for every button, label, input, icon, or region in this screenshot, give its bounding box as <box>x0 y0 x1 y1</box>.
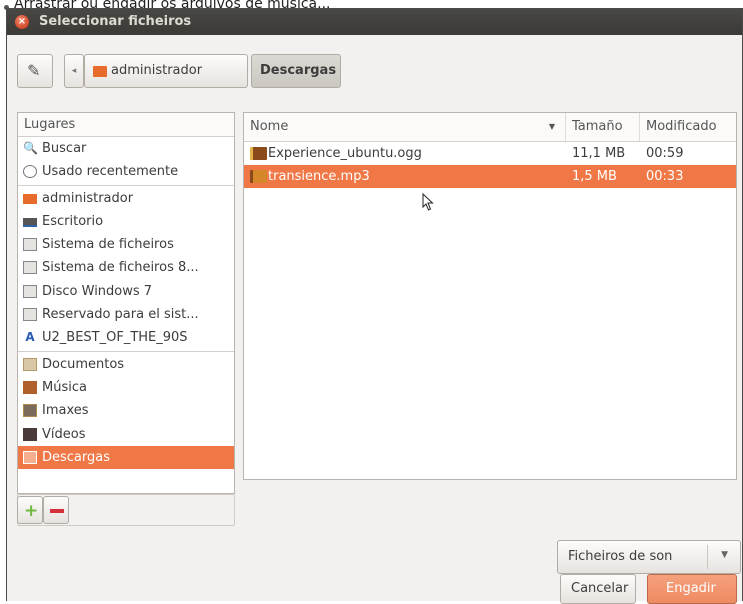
drive-icon <box>23 284 37 298</box>
place-u2-best-of-the-90s[interactable]: A U2_BEST_OF_THE_90S <box>18 326 234 349</box>
file-type-filter-select[interactable]: Ficheiros de son ▼ <box>557 540 741 574</box>
pencil-icon: ✎ <box>27 61 41 80</box>
music-folder-icon <box>23 380 37 394</box>
documents-folder-icon <box>23 357 37 371</box>
place-sistema-de-ficheiros-8[interactable]: Sistema de ficheiros 8... <box>18 256 234 279</box>
audio-file-icon <box>250 147 267 160</box>
column-header-size[interactable]: Tamaño <box>566 113 640 141</box>
file-list: Nome ▼ Tamaño Modificado Experience_ubun… <box>243 112 737 480</box>
column-header-name[interactable]: Nome ▼ <box>244 113 566 141</box>
column-header-modified[interactable]: Modificado <box>640 113 736 141</box>
file-list-header: Nome ▼ Tamaño Modificado <box>244 113 736 142</box>
clock-icon <box>23 165 37 179</box>
place-reservado[interactable]: Reservado para el sist... <box>18 303 234 326</box>
drive-icon <box>23 261 37 275</box>
place-documentos[interactable]: Documentos <box>18 353 234 376</box>
breadcrumb-descargas[interactable]: Descargas <box>251 54 341 88</box>
divider <box>18 350 234 352</box>
remove-bookmark-button[interactable] <box>43 496 69 524</box>
edit-location-button[interactable]: ✎ <box>17 54 53 88</box>
chevron-down-icon: ▼ <box>721 550 728 560</box>
home-folder-icon <box>93 66 107 77</box>
place-imaxes[interactable]: Imaxes <box>18 399 234 422</box>
place-musica[interactable]: Música <box>18 376 234 399</box>
place-usado-recentemente[interactable]: Usado recentemente <box>18 160 234 183</box>
divider <box>707 545 708 569</box>
videos-folder-icon <box>23 427 37 441</box>
file-row-selected[interactable]: transience.mp3 1,5 MB 00:33 <box>244 165 736 188</box>
place-disco-windows-7[interactable]: Disco Windows 7 <box>18 280 234 303</box>
path-scroll-left-button[interactable]: ◂ <box>64 54 84 88</box>
place-videos[interactable]: Vídeos <box>18 423 234 446</box>
breadcrumb-administrador[interactable]: administrador <box>84 54 248 88</box>
pictures-folder-icon <box>23 404 37 418</box>
sort-down-icon: ▼ <box>548 122 555 131</box>
place-administrador[interactable]: administrador <box>18 187 234 210</box>
plus-icon: + <box>24 501 39 521</box>
place-escritorio[interactable]: Escritorio <box>18 210 234 233</box>
place-descargas[interactable]: Descargas <box>18 445 234 470</box>
desktop-icon <box>23 217 37 227</box>
place-sistema-de-ficheiros[interactable]: Sistema de ficheiros <box>18 233 234 256</box>
cancel-button[interactable]: Cancelar <box>560 574 636 604</box>
add-bookmark-button[interactable]: + <box>17 496 43 524</box>
search-icon: 🔍 <box>23 141 38 155</box>
dialog-title: Seleccionar ficheiros <box>39 14 192 29</box>
cd-icon: A <box>25 330 35 345</box>
places-panel: Lugares 🔍 Buscar Usado recentemente admi… <box>17 112 235 494</box>
place-buscar[interactable]: 🔍 Buscar <box>18 137 234 160</box>
audio-file-icon <box>250 170 267 183</box>
titlebar: × Seleccionar ficheiros <box>7 9 742 35</box>
places-header: Lugares <box>18 113 234 137</box>
divider <box>18 184 234 186</box>
close-icon[interactable]: × <box>15 15 29 29</box>
file-row[interactable]: Experience_ubuntu.ogg 11,1 MB 00:59 <box>244 142 736 165</box>
downloads-folder-icon <box>23 450 37 464</box>
add-button[interactable]: Engadir <box>647 574 737 604</box>
home-folder-icon <box>23 193 37 204</box>
file-chooser-dialog: × Seleccionar ficheiros ✎ ◂ administrado… <box>6 8 743 604</box>
drive-icon <box>23 308 37 322</box>
mouse-pointer-icon <box>422 193 434 211</box>
drive-icon <box>23 238 37 252</box>
minus-icon <box>50 509 64 513</box>
